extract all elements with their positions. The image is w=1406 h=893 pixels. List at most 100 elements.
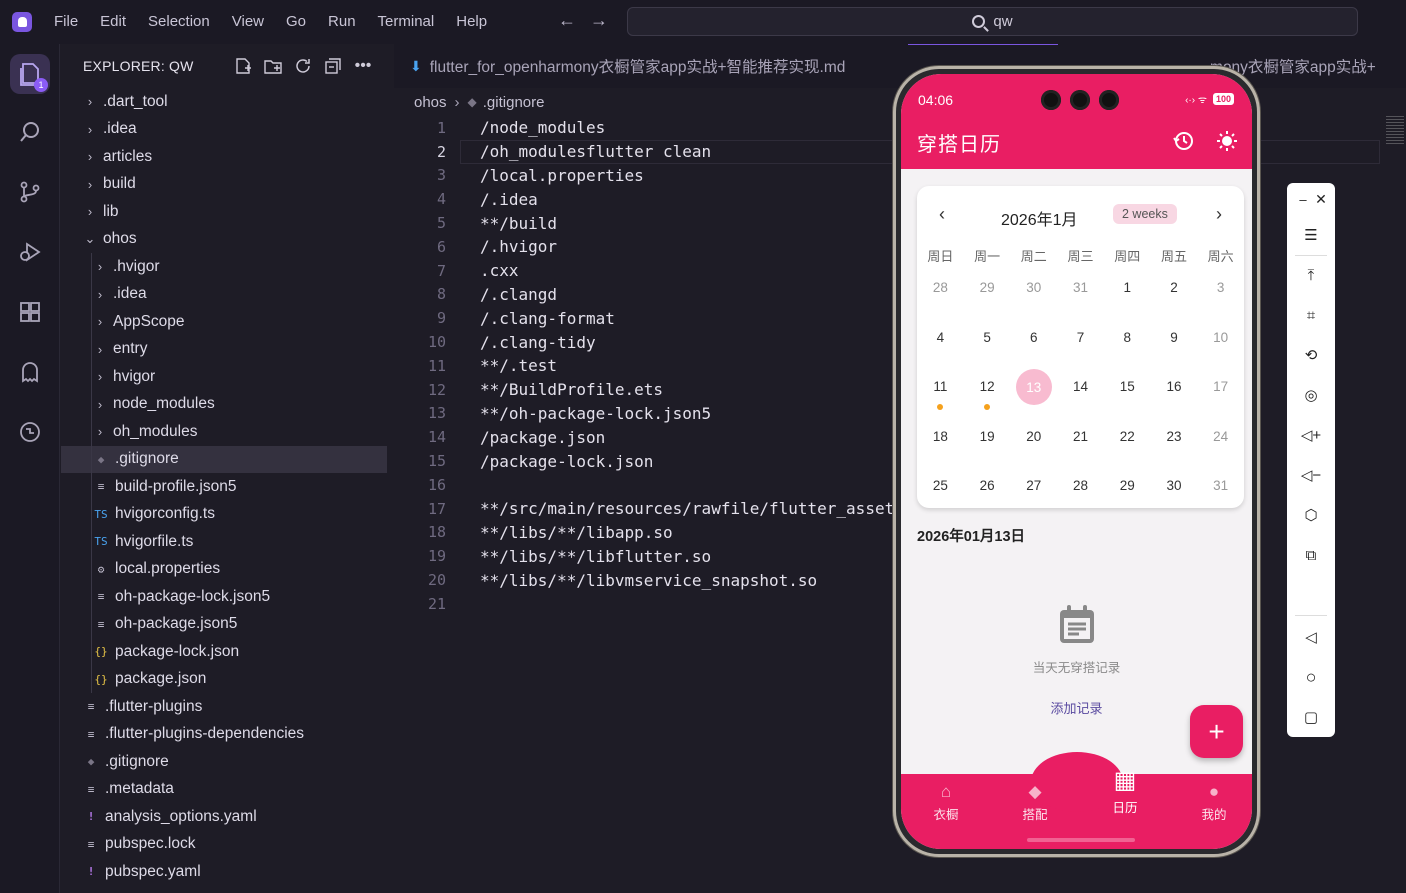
volume-down-icon[interactable]: ◁−	[1299, 463, 1323, 487]
calendar-day[interactable]: 28	[1057, 466, 1104, 516]
calendar-day[interactable]: 26	[964, 466, 1011, 516]
more-actions-icon[interactable]: •••	[353, 56, 373, 76]
calendar-day[interactable]: 18	[917, 417, 964, 467]
calendar-day[interactable]: 6	[1010, 318, 1057, 368]
calendar-day[interactable]: 30	[1010, 268, 1057, 318]
calendar-day[interactable]: 24	[1197, 417, 1244, 467]
nav-outfit[interactable]: ◆ 搭配	[1000, 782, 1070, 823]
back-arrow-icon[interactable]: ←	[558, 10, 576, 31]
location-icon[interactable]: ◎	[1299, 383, 1323, 407]
nav-wardrobe[interactable]: ⌂ 衣橱	[911, 782, 981, 823]
calendar-day[interactable]: 15	[1104, 367, 1151, 417]
back-icon[interactable]: ◁	[1299, 625, 1323, 649]
add-fab-button[interactable]: +	[1190, 705, 1243, 758]
next-month-icon[interactable]: ›	[1216, 204, 1222, 225]
tree-folder[interactable]: › hvigor	[61, 363, 387, 391]
tree-folder[interactable]: › entry	[61, 335, 387, 363]
tree-file[interactable]: ! analysis_options.yaml	[61, 803, 387, 831]
tree-file[interactable]: TS hvigorfile.ts	[61, 528, 387, 556]
run-debug-icon[interactable]	[10, 232, 50, 272]
tree-file[interactable]: ≡ build-profile.json5	[61, 473, 387, 501]
calendar-day[interactable]: 28	[917, 268, 964, 318]
breadcrumb-folder[interactable]: ohos	[414, 94, 447, 111]
calendar-day[interactable]: 12	[964, 367, 1011, 417]
extensions-icon[interactable]	[10, 292, 50, 332]
calendar-day[interactable]: 21	[1057, 417, 1104, 467]
tree-file[interactable]: ≡ .metadata	[61, 776, 387, 804]
tree-folder[interactable]: › node_modules	[61, 390, 387, 418]
search-activity-icon[interactable]	[10, 112, 50, 152]
calendar-day[interactable]: 17	[1197, 367, 1244, 417]
tree-folder[interactable]: › .idea	[61, 116, 387, 144]
calendar-day[interactable]: 29	[964, 268, 1011, 318]
tree-folder[interactable]: ⌄ ohos	[61, 226, 387, 254]
calendar-day[interactable]: 3	[1197, 268, 1244, 318]
calendar-day[interactable]: 11	[917, 367, 964, 417]
calendar-day[interactable]: 14	[1057, 367, 1104, 417]
minimap[interactable]	[1386, 116, 1404, 146]
calendar-day[interactable]: 31	[1197, 466, 1244, 516]
forward-arrow-icon[interactable]: →	[590, 10, 608, 31]
menu-run[interactable]: Run	[328, 13, 356, 30]
nav-profile[interactable]: ● 我的	[1179, 782, 1249, 823]
prev-month-icon[interactable]: ‹	[939, 204, 945, 225]
calendar-day[interactable]: 31	[1057, 268, 1104, 318]
home-icon[interactable]: ○	[1299, 665, 1323, 689]
breadcrumb-file[interactable]: .gitignore	[483, 94, 545, 111]
calendar-day[interactable]: 27	[1010, 466, 1057, 516]
menu-terminal[interactable]: Terminal	[378, 13, 435, 30]
calendar-day[interactable]: 8	[1104, 318, 1151, 368]
tree-folder[interactable]: › lib	[61, 198, 387, 226]
menu-file[interactable]: File	[54, 13, 78, 30]
calendar-day[interactable]: 19	[964, 417, 1011, 467]
recents-icon[interactable]: ▢	[1299, 705, 1323, 729]
calendar-day[interactable]: 25	[917, 466, 964, 516]
menu-edit[interactable]: Edit	[100, 13, 126, 30]
source-control-icon[interactable]	[10, 172, 50, 212]
close-icon[interactable]: ✕	[1309, 187, 1333, 211]
calendar-day[interactable]: 4	[917, 318, 964, 368]
tree-folder[interactable]: › build	[61, 171, 387, 199]
new-file-icon[interactable]	[233, 56, 253, 76]
tree-file[interactable]: ≡ oh-package.json5	[61, 610, 387, 638]
remote-icon[interactable]	[10, 412, 50, 452]
tree-folder[interactable]: › .dart_tool	[61, 88, 387, 116]
volume-up-icon[interactable]: ◁+	[1299, 423, 1323, 447]
nav-calendar[interactable]: ▦ 日历	[1090, 766, 1160, 816]
menu-go[interactable]: Go	[286, 13, 306, 30]
command-search-input[interactable]: qw	[627, 7, 1358, 36]
sun-icon[interactable]	[1216, 130, 1238, 152]
calendar-day[interactable]: 2	[1151, 268, 1198, 318]
tree-folder[interactable]: › .hvigor	[61, 253, 387, 281]
menu-help[interactable]: Help	[456, 13, 487, 30]
rotate-icon[interactable]: ⟲	[1299, 343, 1323, 367]
multi-device-icon[interactable]: ⧉	[1299, 543, 1323, 567]
tree-file[interactable]: ◆ .gitignore	[61, 748, 387, 776]
collapse-all-icon[interactable]	[323, 56, 343, 76]
tree-file[interactable]: ! pubspec.yaml	[61, 858, 387, 886]
calendar-day[interactable]: 7	[1057, 318, 1104, 368]
menu-icon[interactable]: ☰	[1299, 223, 1323, 247]
tree-file[interactable]: ≡ oh-package-lock.json5	[61, 583, 387, 611]
fold-icon[interactable]: ⬡	[1299, 503, 1323, 527]
calendar-day[interactable]: 30	[1151, 466, 1198, 516]
calendar-day[interactable]: 22	[1104, 417, 1151, 467]
explorer-icon[interactable]: 1	[10, 54, 50, 94]
calendar-day[interactable]: 16	[1151, 367, 1198, 417]
tree-file[interactable]: ⚙ local.properties	[61, 555, 387, 583]
format-toggle-button[interactable]: 2 weeks	[1113, 204, 1177, 224]
tree-file[interactable]: ≡ .flutter-plugins	[61, 693, 387, 721]
tree-folder[interactable]: › articles	[61, 143, 387, 171]
calendar-day[interactable]: 23	[1151, 417, 1198, 467]
tree-folder[interactable]: › AppScope	[61, 308, 387, 336]
tree-file[interactable]: {} package.json	[61, 665, 387, 693]
calendar-day[interactable]: 5	[964, 318, 1011, 368]
crop-icon[interactable]: ⌗	[1299, 303, 1323, 327]
tree-folder[interactable]: › .idea	[61, 280, 387, 308]
calendar-day[interactable]: 9	[1151, 318, 1198, 368]
menu-selection[interactable]: Selection	[148, 13, 210, 30]
tree-file[interactable]: ≡ .flutter-plugins-dependencies	[61, 721, 387, 749]
new-folder-icon[interactable]	[263, 56, 283, 76]
tree-file[interactable]: {} package-lock.json	[61, 638, 387, 666]
tab-markdown-file[interactable]: ⬇ flutter_for_openharmony衣橱管家app实战+智能推荐实…	[394, 44, 861, 88]
